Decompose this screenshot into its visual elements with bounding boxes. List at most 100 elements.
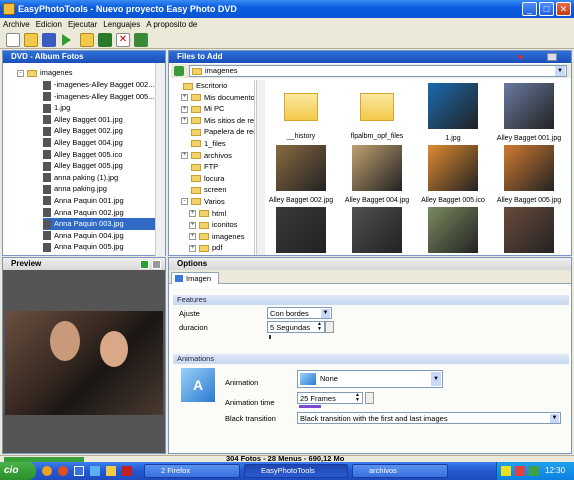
expand-icon[interactable]: + bbox=[189, 221, 196, 229]
clock[interactable]: 12:30 bbox=[545, 465, 565, 477]
expand-icon[interactable]: + bbox=[181, 105, 188, 113]
animation-select[interactable]: None ▼ bbox=[297, 370, 443, 388]
thumbnail-grid[interactable]: __history flpalbm_opf_files 1.jpg Alley Bag… bbox=[267, 81, 571, 256]
tray-icon[interactable] bbox=[515, 466, 525, 476]
folder-tree-item[interactable]: + html bbox=[171, 208, 254, 220]
album-item[interactable]: Anna Paquin 005.jpg bbox=[43, 241, 155, 253]
animation-time-bar[interactable] bbox=[299, 405, 321, 408]
album-item[interactable]: Anna Paquin 001.jpg bbox=[43, 195, 155, 207]
thumbnail-item[interactable]: Alley Bagget 002.jpg bbox=[267, 145, 341, 204]
folder-tree-item[interactable]: +programas bbox=[171, 254, 254, 256]
folder-tree-item[interactable]: 1_files bbox=[171, 138, 254, 150]
folder-tree-item[interactable]: + Mi PC bbox=[171, 103, 254, 115]
duracion-stepper[interactable]: 5 Segundas ▲ ▼ bbox=[267, 321, 325, 333]
album-item[interactable]: -imagenes-Alley Bagget 005... bbox=[43, 91, 155, 103]
album-item[interactable]: Anna Paquin 003.jpg bbox=[43, 218, 155, 230]
tab-imagen[interactable]: Imagen bbox=[171, 272, 219, 284]
menu-edicion[interactable]: Edicion bbox=[33, 18, 65, 31]
ie-icon[interactable] bbox=[90, 466, 100, 476]
expand-icon[interactable]: + bbox=[181, 94, 188, 102]
album-item[interactable]: anna paking (1).jpg bbox=[43, 172, 155, 184]
close-button[interactable]: ✕ bbox=[556, 2, 571, 16]
folder-icon[interactable] bbox=[106, 466, 116, 476]
menu-about[interactable]: A proposito de bbox=[143, 18, 200, 31]
folder-tree-item[interactable]: + iconitos bbox=[171, 219, 254, 231]
media-icon[interactable] bbox=[122, 466, 132, 476]
album-item[interactable]: Alley Bagget 005.ico bbox=[43, 149, 155, 161]
expand-icon[interactable]: + bbox=[181, 117, 188, 125]
thumbnail-item[interactable] bbox=[489, 207, 569, 256]
window-title-bar[interactable]: EasyPhotoTools - Nuevo proyecto Easy Pho… bbox=[0, 0, 574, 18]
folder-tree-item[interactable]: + Mis documentos bbox=[171, 92, 254, 104]
menu-ejecutar[interactable]: Ejecutar bbox=[65, 18, 100, 31]
favorites-icon[interactable]: ♥ bbox=[518, 53, 523, 62]
save-icon[interactable] bbox=[42, 33, 56, 47]
play-icon[interactable] bbox=[62, 34, 71, 46]
thumbnail-item[interactable]: __history bbox=[267, 83, 341, 140]
ajuste-select[interactable]: Con bordes ▼ bbox=[267, 307, 332, 319]
thumbnail-item[interactable]: Alley Bagget 004.jpg bbox=[337, 145, 417, 204]
duracion-slider-tick[interactable] bbox=[269, 335, 271, 339]
folder-tree-item[interactable]: - Varios bbox=[171, 196, 254, 208]
desktop-icon[interactable] bbox=[74, 466, 84, 476]
folder-tree-item[interactable]: Escritorio bbox=[171, 80, 254, 92]
expand-icon[interactable]: + bbox=[189, 210, 196, 218]
maximize-button[interactable]: □ bbox=[539, 2, 554, 16]
menu-lenguajes[interactable]: Lenguajes bbox=[100, 18, 143, 31]
thumbnail-item[interactable]: Alley Bagget 005.jpg bbox=[489, 145, 569, 204]
task-easyphototools[interactable]: EasyPhotoTools bbox=[244, 464, 348, 478]
thumbnail-item[interactable]: Alley Bagget 001.jpg bbox=[489, 83, 569, 142]
settings-icon[interactable] bbox=[134, 33, 148, 47]
thumbnail-item[interactable] bbox=[413, 207, 493, 256]
album-item[interactable]: Alley Bagget 001.jpg bbox=[43, 114, 155, 126]
view-mode-icon[interactable] bbox=[547, 53, 557, 61]
chevron-down-icon[interactable]: ▼ bbox=[431, 372, 441, 386]
folder-tree[interactable]: Escritorio + Mis documentos + Mi PC + Mis siti… bbox=[171, 80, 255, 255]
folder-tree-item[interactable]: + imagenes bbox=[171, 231, 254, 243]
expand-icon[interactable]: + bbox=[181, 152, 188, 160]
duracion-apply-icon[interactable] bbox=[325, 321, 334, 333]
quicklaunch-icon[interactable] bbox=[42, 466, 52, 476]
thumbnail-item[interactable]: 1.jpg bbox=[413, 83, 493, 142]
chevron-down-icon[interactable]: ▼ bbox=[555, 66, 565, 76]
go-up-icon[interactable] bbox=[174, 66, 184, 76]
album-scrollbar[interactable] bbox=[155, 63, 165, 256]
album-item[interactable]: 1.jpg bbox=[43, 102, 155, 114]
folder-tree-item[interactable]: + pdf bbox=[171, 242, 254, 254]
path-dropdown[interactable]: imagenes ▼ bbox=[189, 65, 567, 77]
thumbnail-item[interactable] bbox=[337, 207, 417, 256]
black-transition-select[interactable]: Black transition with the first and last… bbox=[297, 412, 561, 424]
album-root[interactable]: - imagenes bbox=[17, 67, 73, 79]
folder-tree-item[interactable]: Papelera de recicl... bbox=[171, 126, 254, 138]
new-project-icon[interactable] bbox=[6, 33, 20, 47]
spin-icon[interactable]: ▲ ▼ bbox=[316, 322, 323, 332]
folder-tree-item[interactable]: + Mis sitios de red bbox=[171, 115, 254, 127]
firefox-icon[interactable] bbox=[58, 466, 68, 476]
animation-time-stepper[interactable]: 25 Frames ▲ ▼ bbox=[297, 392, 363, 404]
chevron-down-icon[interactable]: ▼ bbox=[321, 309, 330, 318]
burn-icon[interactable] bbox=[98, 33, 112, 47]
task-firefox[interactable]: 2 Firefox bbox=[144, 464, 240, 478]
thumbnail-item[interactable] bbox=[267, 207, 341, 256]
expand-icon[interactable]: - bbox=[181, 198, 188, 206]
chevron-down-icon[interactable]: ▼ bbox=[550, 414, 559, 423]
folder-tree-item[interactable]: FTP bbox=[171, 161, 254, 173]
album-item[interactable]: Alley Bagget 005.jpg bbox=[43, 160, 155, 172]
preview-color-icon[interactable] bbox=[140, 260, 149, 269]
album-item[interactable]: Anna Paquin 002.jpg bbox=[43, 207, 155, 219]
album-item[interactable]: Alley Bagget 004.jpg bbox=[43, 137, 155, 149]
thumbnail-item[interactable]: Alley Bagget 005.ico bbox=[413, 145, 493, 204]
minimize-button[interactable]: _ bbox=[522, 2, 537, 16]
add-folder-icon[interactable] bbox=[80, 33, 94, 47]
open-folder-icon[interactable] bbox=[24, 33, 38, 47]
delete-icon[interactable]: ✕ bbox=[116, 33, 130, 47]
folder-tree-item[interactable]: screen bbox=[171, 184, 254, 196]
album-item[interactable]: Anna Paquin 004.jpg bbox=[43, 230, 155, 242]
tray-icon[interactable] bbox=[529, 466, 539, 476]
expand-icon[interactable]: + bbox=[189, 233, 196, 241]
task-archivos[interactable]: archivos bbox=[352, 464, 448, 478]
expand-icon[interactable]: + bbox=[189, 244, 196, 252]
folder-tree-item[interactable]: + archivos bbox=[171, 150, 254, 162]
album-item[interactable]: -imagenes-Alley Bagget 002... bbox=[43, 79, 155, 91]
menu-archive[interactable]: Archive bbox=[0, 18, 33, 31]
